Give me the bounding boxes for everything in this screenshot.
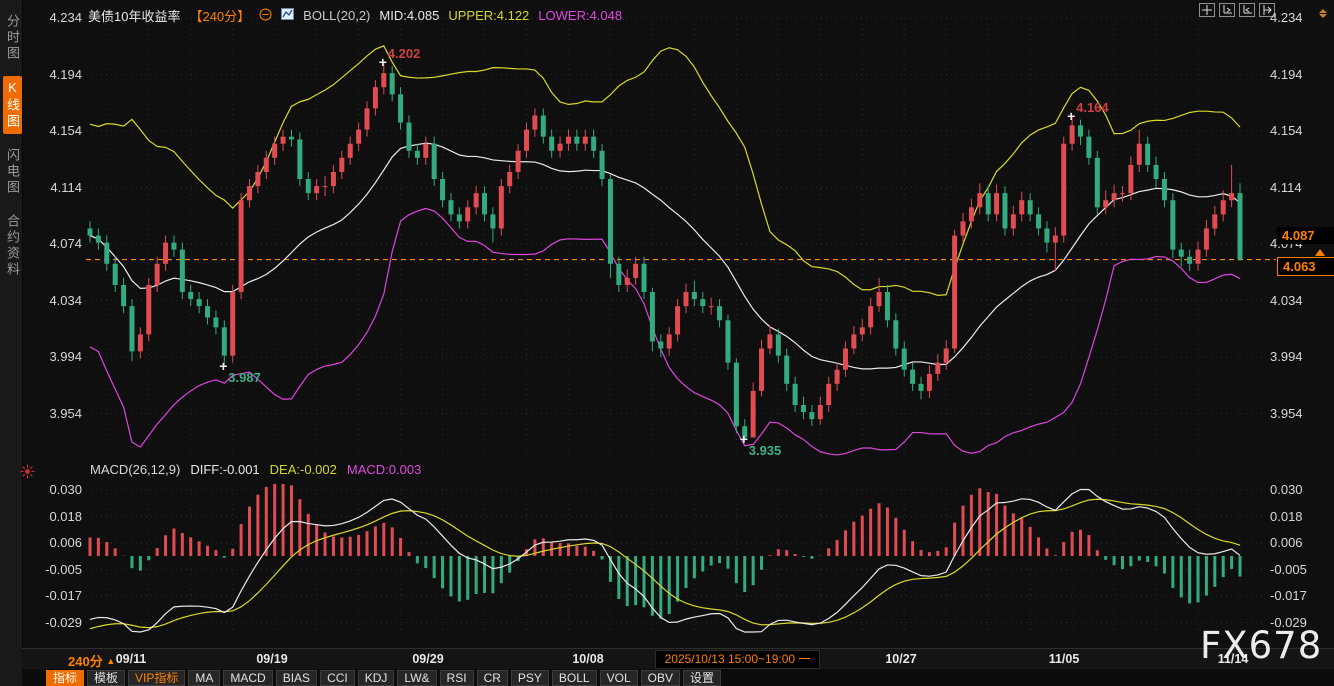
trading-app-window: 分时图 K线图 闪电图 合约资料 美债10年收益率 【240分】 BOLL(20… (0, 0, 1334, 686)
macd-settings-icon[interactable] (20, 464, 35, 484)
indicator-tab-KDJ[interactable]: KDJ (358, 670, 395, 686)
date-tick-label: 11/05 (1049, 652, 1080, 666)
macd-params-label: MACD(26,12,9) (90, 462, 180, 477)
axis-label: -0.017 (1270, 588, 1332, 603)
sidebar-item-time-chart[interactable]: 分时图 (3, 10, 22, 66)
axis-label: 4.234 (1270, 10, 1332, 25)
indicator-tab-OBV[interactable]: OBV (641, 670, 680, 686)
crosshair-mark-icon: + (740, 432, 748, 446)
current-price-marker-icon (1315, 249, 1325, 256)
axis-label: 3.994 (1270, 349, 1332, 364)
macd-macd-value: MACD:0.003 (347, 462, 421, 477)
indicator-tab-PSY[interactable]: PSY (511, 670, 549, 686)
date-tick-label: 09/29 (412, 652, 443, 666)
date-tick-label: 09/19 (256, 652, 287, 666)
date-tick-label: 10/27 (885, 652, 916, 666)
axis-label: 3.954 (22, 406, 82, 421)
chart-canvas[interactable] (0, 0, 1334, 686)
axis-label: 4.194 (1270, 67, 1332, 82)
indicator-tab-LW&[interactable]: LW& (397, 670, 436, 686)
indicator-tab-设置[interactable]: 设置 (683, 670, 721, 686)
chart-header: 美债10年收益率 【240分】 BOLL(20,2) MID:4.085 UPP… (88, 6, 622, 25)
axis-zoom-right-icon[interactable] (1239, 3, 1255, 17)
extreme-price-label: 3.987 (228, 370, 261, 385)
indicator-tab-MACD[interactable]: MACD (223, 670, 272, 686)
period-label: 【240分】 (189, 6, 250, 25)
extreme-price-label: 4.202 (388, 46, 421, 61)
axis-label: 4.154 (22, 123, 82, 138)
indicator-tab-MA[interactable]: MA (188, 670, 220, 686)
extreme-price-label: 3.935 (749, 443, 782, 458)
axis-label: -0.029 (22, 615, 82, 630)
boll-mid-value: MID:4.085 (379, 8, 439, 23)
axis-label: 0.018 (22, 509, 82, 524)
axis-label: 4.194 (22, 67, 82, 82)
window-controls (1199, 3, 1275, 17)
period-dropdown-icon: ▲ (106, 656, 115, 666)
watermark: FX678 (1200, 624, 1322, 667)
axis-label: 4.114 (1270, 180, 1332, 195)
current-price-tag: 4.063 (1277, 257, 1334, 276)
axis-label: -0.005 (22, 562, 82, 577)
boll-upper-value: UPPER:4.122 (448, 8, 529, 23)
axis-label: 0.006 (22, 535, 82, 550)
extreme-price-label: 4.164 (1076, 100, 1109, 115)
time-axis-row: 240分 ▲ 09/1109/1909/2910/0810/2711/0511/… (22, 648, 1334, 670)
indicator-tabs-bar: 指标模板VIP指标MAMACDBIASCCIKDJLW&RSICRPSYBOLL… (22, 669, 1334, 686)
axis-label: 3.954 (1270, 406, 1332, 421)
axis-label: 4.074 (22, 236, 82, 251)
crosshair-mark-icon: + (379, 55, 387, 69)
crosshair-mark-icon: + (1067, 109, 1075, 123)
sidebar-item-contract-info[interactable]: 合约资料 (3, 210, 22, 282)
last-close-price-tag: 4.087 (1277, 227, 1334, 244)
period-selector-label: 240分 (68, 654, 103, 669)
axis-label: 4.234 (22, 10, 82, 25)
date-tick-label: 09/11 (116, 652, 147, 666)
indicator-tab-BIAS[interactable]: BIAS (276, 670, 317, 686)
macd-diff-value: DIFF:-0.001 (190, 462, 259, 477)
sidebar: 分时图 K线图 闪电图 合约资料 (0, 0, 23, 686)
axis-label: 4.114 (22, 180, 82, 195)
axis-label: 4.154 (1270, 123, 1332, 138)
axis-label: 0.018 (1270, 509, 1332, 524)
collapse-icon[interactable] (259, 8, 272, 24)
axis-label: 4.034 (22, 293, 82, 308)
sidebar-item-flash-chart[interactable]: 闪电图 (3, 144, 22, 200)
indicator-tab-模板[interactable]: 模板 (87, 670, 125, 686)
indicator-mini-icon[interactable] (281, 8, 294, 23)
date-tick-label: 10/08 (572, 652, 603, 666)
axis-label: 0.030 (22, 482, 82, 497)
axis-label: -0.017 (22, 588, 82, 603)
macd-header: MACD(26,12,9) DIFF:-0.001 DEA:-0.002 MAC… (90, 462, 421, 477)
sidebar-item-kline-chart[interactable]: K线图 (3, 76, 22, 134)
indicator-tab-CR[interactable]: CR (477, 670, 508, 686)
indicator-tab-VIP指标[interactable]: VIP指标 (128, 670, 185, 686)
indicator-tab-CCI[interactable]: CCI (320, 670, 355, 686)
pan-chart-icon[interactable] (1199, 3, 1215, 17)
indicator-tab-指标[interactable]: 指标 (46, 670, 84, 686)
indicator-tab-RSI[interactable]: RSI (440, 670, 474, 686)
axis-label: -0.005 (1270, 562, 1332, 577)
indicator-tab-VOL[interactable]: VOL (600, 670, 638, 686)
crosshair-mark-icon: + (219, 359, 227, 373)
indicator-tab-BOLL[interactable]: BOLL (552, 670, 597, 686)
axis-label: 0.030 (1270, 482, 1332, 497)
axis-zoom-left-icon[interactable] (1219, 3, 1235, 17)
selected-bar-datetime: 2025/10/13 15:00~19:00 一 (655, 650, 820, 669)
axis-label: 3.994 (22, 349, 82, 364)
instrument-title: 美债10年收益率 (88, 6, 180, 25)
boll-params-label: BOLL(20,2) (303, 8, 370, 23)
period-selector[interactable]: 240分 ▲ (68, 651, 115, 670)
boll-lower-value: LOWER:4.048 (538, 8, 622, 23)
axis-label: 4.034 (1270, 293, 1332, 308)
axis-label: 0.006 (1270, 535, 1332, 550)
macd-dea-value: DEA:-0.002 (270, 462, 337, 477)
